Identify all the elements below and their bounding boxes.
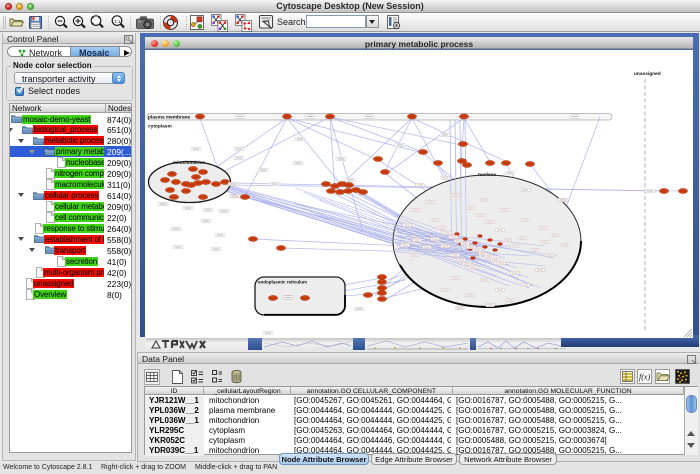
svg-text:unassigned: unassigned <box>634 71 661 77</box>
svg-text:plasma membrane: plasma membrane <box>148 115 190 121</box>
svg-text:1:1: 1:1 <box>114 19 121 24</box>
svg-text:f(x): f(x) <box>639 373 650 382</box>
svg-text:endoplasmic reticulum: endoplasmic reticulum <box>258 280 307 285</box>
svg-text:mitochondrion: mitochondrion <box>173 160 205 165</box>
svg-text:cytoplasm: cytoplasm <box>148 124 172 130</box>
svg-text:nucleus: nucleus <box>478 172 496 178</box>
